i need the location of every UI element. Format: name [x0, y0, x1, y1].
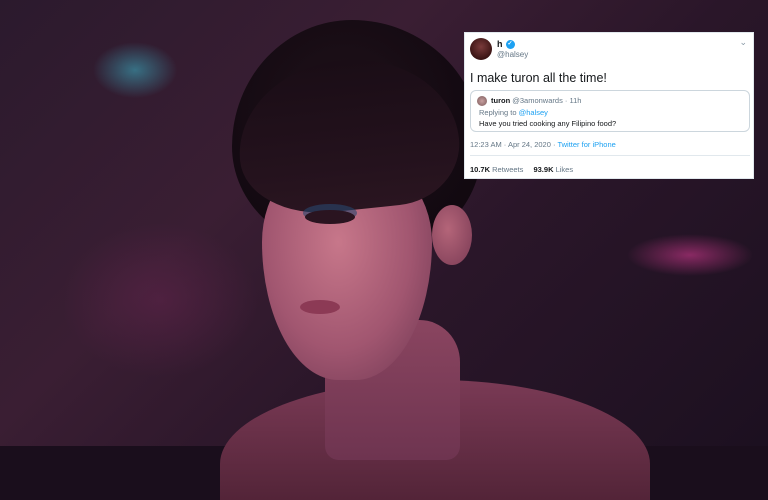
- quoted-tweet[interactable]: turon @3amonwards · 11h Replying to @hal…: [470, 90, 750, 132]
- tweet-timestamp[interactable]: 12:23 AM · Apr 24, 2020: [470, 140, 551, 149]
- retweets-count: 10.7K: [470, 165, 491, 174]
- tweet-stats: 10.7K Retweets 93.9K Likes: [470, 165, 581, 174]
- likes-label: Likes: [555, 165, 574, 174]
- quoted-text: Have you tried cooking any Filipino food…: [479, 119, 617, 128]
- replying-to-handle[interactable]: @halsey: [519, 108, 548, 117]
- tweet-source-link[interactable]: Twitter for iPhone: [557, 140, 615, 149]
- tweet-card: h ✓ @halsey ⌄ I make turon all the time!…: [464, 32, 754, 179]
- quoted-separator: ·: [564, 96, 568, 105]
- divider: [470, 155, 750, 156]
- author-name-row: h ✓: [497, 39, 515, 49]
- eye: [305, 210, 355, 224]
- tweet-meta: 12:23 AM · Apr 24, 2020 · Twitter for iP…: [470, 140, 616, 149]
- ear: [432, 205, 472, 265]
- retweets-label: Retweets: [492, 165, 524, 174]
- quoted-author-name: turon: [491, 96, 511, 105]
- retweets-stat[interactable]: 10.7K Retweets: [470, 165, 523, 174]
- likes-count: 93.9K: [533, 165, 554, 174]
- verified-badge-icon: ✓: [505, 39, 515, 49]
- chevron-down-icon[interactable]: ⌄: [739, 37, 747, 48]
- lips: [300, 300, 340, 314]
- replying-prefix: Replying to: [479, 108, 517, 117]
- avatar[interactable]: [470, 38, 492, 60]
- quoted-avatar: [477, 96, 487, 106]
- likes-stat[interactable]: 93.9K Likes: [533, 165, 573, 174]
- meta-separator: ·: [552, 140, 556, 149]
- author-name[interactable]: h: [497, 39, 503, 49]
- quoted-author-handle: @3amonwards: [512, 96, 563, 105]
- replying-to-line: Replying to @halsey: [479, 108, 548, 117]
- quoted-time: 11h: [569, 96, 582, 105]
- author-handle[interactable]: @halsey: [497, 50, 528, 59]
- tweet-text: I make turon all the time!: [470, 71, 607, 85]
- quoted-header: turon @3amonwards · 11h: [491, 96, 581, 105]
